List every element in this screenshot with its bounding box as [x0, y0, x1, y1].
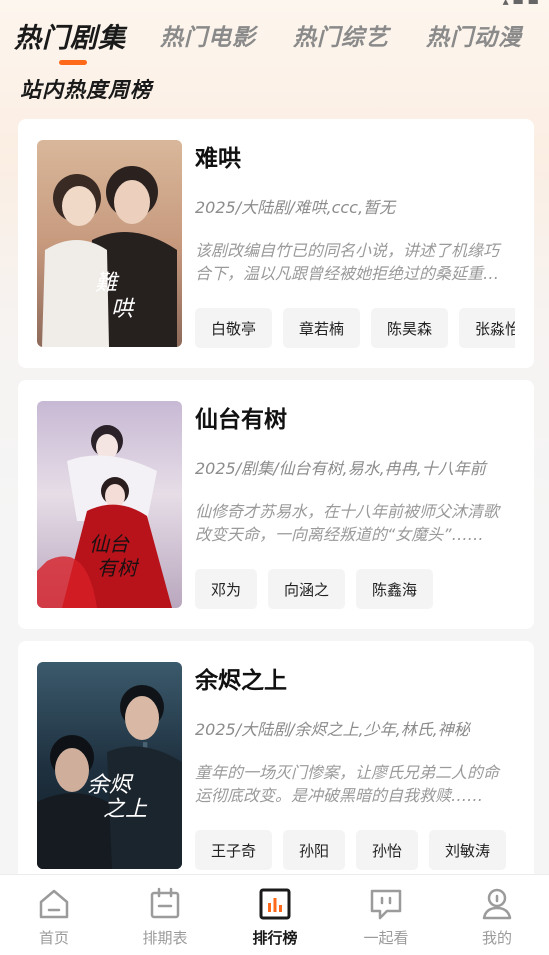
- actor-chip[interactable]: 张淼怡: [459, 308, 515, 348]
- home-icon: [39, 889, 69, 919]
- ranking-list: 難 哄 难哄 2025/大陆剧/难哄,ccc,暂无 该剧改编自竹已的同名小说，讲…: [18, 119, 534, 902]
- category-tabs: 热门剧集 热门电影 热门综艺 热门动漫: [0, 0, 549, 70]
- nav-label: 一起看: [363, 929, 409, 947]
- show-poster[interactable]: 仙台 有树: [37, 401, 182, 608]
- actor-chip[interactable]: 邓为: [195, 569, 258, 609]
- show-title[interactable]: 余烬之上: [195, 661, 287, 695]
- svg-text:仙台: 仙台: [89, 532, 130, 556]
- show-description: 该剧改编自竹已的同名小说，讲述了机缘巧合下，温以凡跟曾经被她拒绝过的桑延重逢……: [195, 241, 500, 283]
- actor-chip[interactable]: 刘敏涛: [429, 830, 507, 870]
- nav-profile[interactable]: 我的: [457, 887, 537, 948]
- svg-text:余烬: 余烬: [87, 773, 134, 798]
- profile-icon: [482, 888, 512, 920]
- show-description: 童年的一场灭门惨案，让廖氏兄弟二人的命运彻底改变。是冲破黑暗的自我救赎……: [195, 763, 500, 805]
- nav-watch-together[interactable]: 一起看: [346, 887, 426, 948]
- tab-hot-series[interactable]: 热门剧集: [14, 16, 126, 55]
- tab-hot-variety[interactable]: 热门综艺: [293, 18, 389, 52]
- show-card[interactable]: 仙台 有树 仙台有树 2025/剧集/仙台有树,易水,冉冉,十八年前 仙修奇才苏…: [18, 380, 534, 629]
- calendar-icon: [150, 887, 180, 919]
- show-poster[interactable]: 難 哄: [37, 140, 182, 347]
- chat-icon: [370, 889, 402, 920]
- actor-chip[interactable]: 陈昊森: [371, 308, 449, 348]
- actor-list: 白敬亭 章若楠 陈昊森 张淼怡: [195, 308, 515, 348]
- nav-label: 我的: [481, 929, 512, 947]
- actor-chip[interactable]: 章若楠: [283, 308, 361, 348]
- svg-text:有树: 有树: [97, 556, 140, 580]
- nav-label: 首页: [38, 929, 69, 947]
- nav-ranking[interactable]: 排行榜: [235, 887, 315, 948]
- actor-chip[interactable]: 孙怡: [356, 830, 419, 870]
- svg-text:哄: 哄: [111, 297, 136, 322]
- actor-list: 邓为 向涵之 陈鑫海: [195, 569, 515, 609]
- bottom-navigation: 首页 排期表 排行榜 一起看 我的: [0, 874, 549, 955]
- show-poster[interactable]: THE 余烬 之上: [37, 662, 182, 869]
- tab-hot-anime[interactable]: 热门动漫: [426, 18, 522, 52]
- nav-label: 排行榜: [252, 929, 298, 947]
- active-tab-indicator: [59, 60, 87, 65]
- nav-label: 排期表: [142, 929, 188, 947]
- actor-chip[interactable]: 孙阳: [283, 830, 346, 870]
- show-card[interactable]: 難 哄 难哄 2025/大陆剧/难哄,ccc,暂无 该剧改编自竹已的同名小说，讲…: [18, 119, 534, 368]
- svg-text:之上: 之上: [103, 797, 148, 822]
- show-title[interactable]: 仙台有树: [195, 400, 287, 434]
- show-title[interactable]: 难哄: [195, 139, 241, 173]
- show-card[interactable]: THE 余烬 之上 余烬之上 2025/大陆剧/余烬之上,少年,林氏,神秘 童年…: [18, 641, 534, 890]
- show-description: 仙修奇才苏易水，在十八年前被师父沐清歌改变天命，一向离经叛道的“女魔头”……: [195, 502, 500, 544]
- show-meta: 2025/大陆剧/余烬之上,少年,林氏,神秘: [195, 720, 470, 739]
- actor-chip[interactable]: 陈鑫海: [356, 569, 434, 609]
- actor-list: 王子奇 孙阳 孙怡 刘敏涛 王: [195, 830, 515, 870]
- show-meta: 2025/剧集/仙台有树,易水,冉冉,十八年前: [195, 459, 486, 478]
- actor-chip[interactable]: 王子奇: [195, 830, 273, 870]
- ranking-icon: [259, 888, 291, 920]
- actor-chip[interactable]: 向涵之: [268, 569, 346, 609]
- tab-hot-movies[interactable]: 热门电影: [160, 18, 256, 52]
- nav-schedule[interactable]: 排期表: [125, 887, 205, 948]
- show-meta: 2025/大陆剧/难哄,ccc,暂无: [195, 198, 396, 217]
- section-title: 站内热度周榜: [20, 78, 152, 102]
- svg-text:難: 難: [95, 271, 120, 296]
- actor-chip[interactable]: 白敬亭: [195, 308, 273, 348]
- nav-home[interactable]: 首页: [14, 887, 94, 948]
